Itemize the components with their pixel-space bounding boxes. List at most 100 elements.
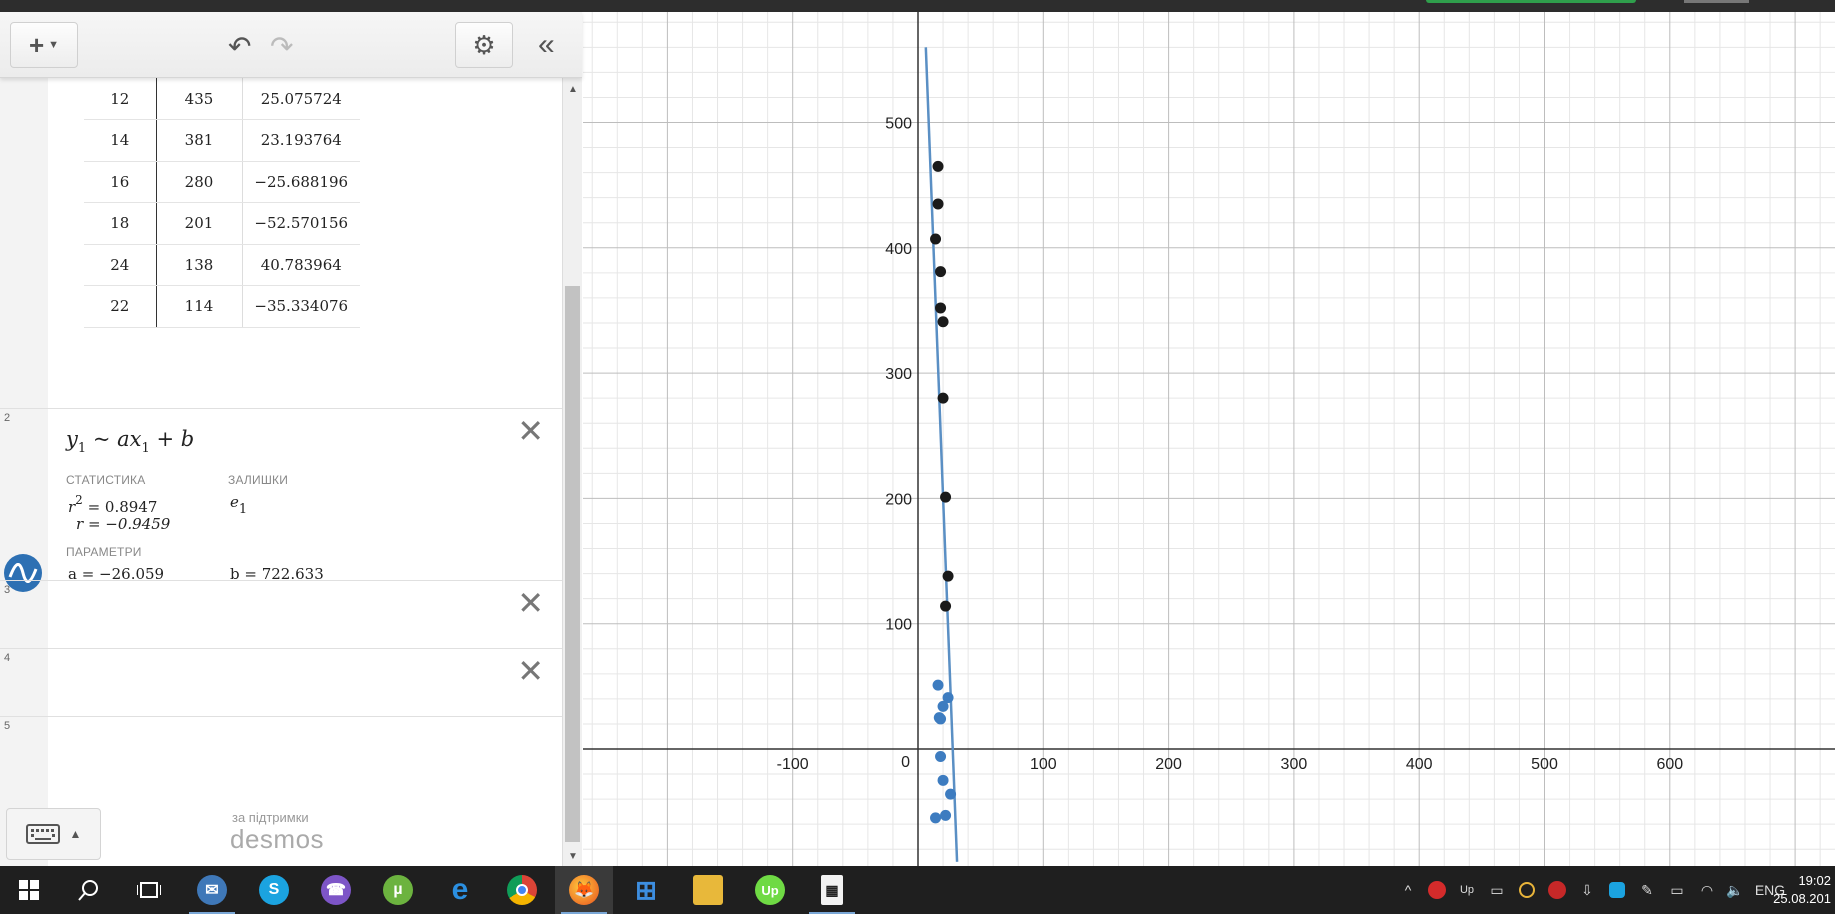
expression-toolbar: + ▼ ↶ ↷ ⚙ «: [0, 12, 582, 78]
tray-pen-icon[interactable]: ✎: [1634, 866, 1660, 914]
browser-gray-tab[interactable]: [1684, 0, 1749, 3]
browser-green-tab[interactable]: [1426, 0, 1636, 3]
edge-icon: e: [451, 873, 469, 906]
regression-expression[interactable]: y1 ~ ax1 + b ✕ СТАТИСТИКА ЗАЛИШКИ r2 = 0…: [48, 408, 562, 583]
tray-upwork-icon[interactable]: Up: [1454, 866, 1480, 914]
tray-torrent-icon[interactable]: [1544, 866, 1570, 914]
data-point[interactable]: [930, 233, 942, 245]
table-row[interactable]: 22 114 −35.334076: [84, 285, 360, 328]
taskbar-app-skype[interactable]: S: [245, 866, 303, 914]
graph-paper[interactable]: -100 100 200 300 400 500 600 500 400 300 200 100 0: [583, 12, 1835, 866]
wifi-icon[interactable]: ◠: [1694, 866, 1720, 914]
data-point[interactable]: [937, 316, 949, 328]
table-cell[interactable]: −35.334076: [242, 285, 360, 328]
taskbar-app-firefox[interactable]: 🦊: [555, 866, 613, 914]
tray-update-icon[interactable]: ⇩: [1574, 866, 1600, 914]
table-cell[interactable]: −52.570156: [242, 202, 360, 245]
graph-canvas[interactable]: -100 100 200 300 400 500 600 500 400 300 200 100 0: [583, 12, 1835, 866]
data-point[interactable]: [937, 392, 949, 404]
scroll-down-icon[interactable]: ▼: [568, 851, 578, 862]
table-cell[interactable]: 25.075724: [242, 78, 360, 120]
tray-antivirus-icon[interactable]: [1424, 866, 1450, 914]
residual-point[interactable]: [935, 713, 947, 725]
gear-icon: ⚙: [472, 29, 496, 60]
residual-point[interactable]: [942, 692, 954, 704]
data-point[interactable]: [935, 302, 947, 314]
table-row[interactable]: 16 280 −25.688196: [84, 161, 360, 203]
table-cell[interactable]: 280: [156, 161, 243, 203]
residual-point[interactable]: [937, 774, 949, 786]
residual-point[interactable]: [935, 751, 947, 763]
battery-icon[interactable]: ▭: [1664, 866, 1690, 914]
settings-button[interactable]: ⚙: [455, 22, 513, 68]
table-cell[interactable]: 138: [156, 244, 243, 286]
system-clock[interactable]: 19:02 25.08.201: [1773, 872, 1831, 908]
taskbar-app-calculator[interactable]: ▦: [803, 866, 861, 914]
table-row[interactable]: 24 138 40.783964: [84, 244, 360, 286]
statistics-label: СТАТИСТИКА: [66, 473, 146, 487]
taskbar-app-explorer[interactable]: [679, 866, 737, 914]
table-cell[interactable]: 40.783964: [242, 244, 360, 286]
data-point[interactable]: [935, 266, 947, 278]
residual-point[interactable]: [932, 679, 944, 691]
table-cell[interactable]: −25.688196: [242, 161, 360, 203]
delete-expression-icon[interactable]: ✕: [517, 587, 544, 619]
redo-icon[interactable]: ↷: [270, 30, 293, 63]
delete-expression-icon[interactable]: ✕: [517, 415, 544, 447]
table-cell[interactable]: 22: [84, 285, 157, 328]
table-cell[interactable]: 435: [156, 78, 243, 120]
table-cell[interactable]: 23.193764: [242, 119, 360, 162]
table-row[interactable]: 18 201 −52.570156: [84, 202, 360, 245]
expression-gutter: [0, 78, 48, 866]
residual-point[interactable]: [940, 809, 952, 821]
undo-icon[interactable]: ↶: [228, 30, 251, 63]
keyboard-toggle-button[interactable]: ▲: [6, 808, 101, 860]
taskbar-app-edge[interactable]: e: [431, 866, 489, 914]
task-view-button[interactable]: [120, 866, 178, 914]
residual-point[interactable]: [945, 788, 957, 800]
data-point[interactable]: [932, 198, 944, 210]
delete-expression-icon[interactable]: ✕: [517, 655, 544, 687]
keyboard-icon: [25, 824, 60, 844]
taskbar-app-thunderbird[interactable]: ✉: [183, 866, 241, 914]
table-cell[interactable]: 381: [156, 119, 243, 162]
table-cell[interactable]: 16: [84, 161, 157, 203]
data-point[interactable]: [940, 491, 952, 503]
tray-skype-icon[interactable]: [1604, 866, 1630, 914]
tray-chevron-up-icon[interactable]: ^: [1396, 866, 1420, 914]
table-row[interactable]: 12 435 25.075724: [84, 78, 360, 120]
desmos-logo[interactable]: desmos: [230, 824, 324, 855]
table-cell[interactable]: 201: [156, 202, 243, 245]
taskbar-app-upwork[interactable]: Up: [741, 866, 799, 914]
add-item-button[interactable]: + ▼: [10, 22, 78, 68]
residuals-variable[interactable]: e1: [230, 493, 247, 517]
collapse-panel-icon[interactable]: «: [538, 28, 555, 62]
empty-expression[interactable]: ✕: [48, 580, 562, 648]
taskbar-app-utorrent[interactable]: µ: [369, 866, 427, 914]
expression-scrollbar[interactable]: ▲ ▼: [562, 78, 582, 866]
scrollbar-thumb[interactable]: [565, 286, 580, 842]
table-cell[interactable]: 12: [84, 78, 157, 120]
taskbar-app-viber[interactable]: ☎: [307, 866, 365, 914]
table-cell[interactable]: 18: [84, 202, 157, 245]
residual-point[interactable]: [930, 812, 942, 824]
tray-monitor-icon[interactable]: ▭: [1484, 866, 1510, 914]
table-cell[interactable]: 24: [84, 244, 157, 286]
formula-ax: ax: [117, 427, 142, 451]
empty-expression[interactable]: ✕: [48, 648, 562, 716]
table-row[interactable]: 14 381 23.193764: [84, 119, 360, 162]
table-cell[interactable]: 14: [84, 119, 157, 162]
tray-media-icon[interactable]: [1514, 866, 1540, 914]
parameters-label: ПАРАМЕТРИ: [66, 545, 142, 559]
taskbar-app-hh[interactable]: ⊞: [617, 866, 675, 914]
search-button[interactable]: [60, 866, 118, 914]
scroll-up-icon[interactable]: ▲: [568, 84, 578, 95]
table-cell[interactable]: 114: [156, 285, 243, 328]
data-point[interactable]: [942, 570, 954, 582]
data-point[interactable]: [932, 160, 944, 172]
regression-formula[interactable]: y1 ~ ax1 + b: [66, 427, 194, 456]
data-point[interactable]: [940, 600, 952, 612]
taskbar-app-chrome[interactable]: [493, 866, 551, 914]
volume-icon[interactable]: 🔈: [1722, 866, 1748, 914]
start-button[interactable]: [0, 866, 58, 914]
